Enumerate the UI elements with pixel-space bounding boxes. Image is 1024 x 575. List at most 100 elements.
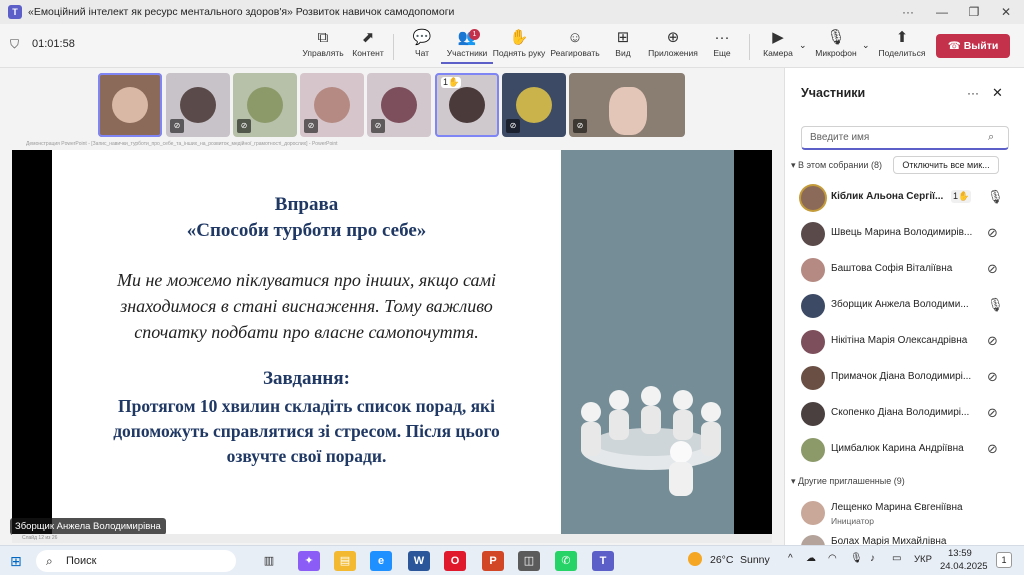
- slide-task-line: допоможуть справлятися зі стресом. Після…: [113, 421, 500, 441]
- avatar: [180, 87, 216, 123]
- file-explorer-icon[interactable]: ▤: [334, 551, 356, 571]
- people-icon: 👥: [457, 29, 477, 46]
- app-icon[interactable]: ◫: [518, 551, 540, 571]
- windows-start-icon[interactable]: ⊞: [10, 553, 22, 570]
- raise-hand-icon: ✋: [509, 29, 529, 46]
- task-view-icon[interactable]: ▥: [258, 551, 280, 571]
- video-tile[interactable]: ⊘: [569, 73, 685, 137]
- group-header-invited[interactable]: ▾ Другие приглашенные (9): [791, 476, 905, 487]
- search-input[interactable]: Введите имя ⌕: [801, 126, 1009, 150]
- mic-off-icon: ⊘: [371, 119, 385, 133]
- microphone-button[interactable]: 🎙 Микрофон: [810, 28, 862, 64]
- participants-button[interactable]: 👥 Участники 1: [441, 28, 493, 64]
- teams-icon: T: [8, 5, 22, 19]
- participant-row[interactable]: Швець Марина Володимирів... ⊘: [801, 221, 1011, 247]
- avatar: [112, 87, 148, 123]
- mic-on-icon: 🎙: [987, 189, 1004, 204]
- video-tile[interactable]: 1✋: [435, 73, 499, 137]
- wifi-icon[interactable]: ◠: [828, 553, 837, 564]
- react-icon: ☺: [567, 29, 583, 46]
- opera-icon[interactable]: O: [444, 551, 466, 571]
- participant-row[interactable]: Нікітіна Марія Олександрівна ⊘: [801, 329, 1011, 355]
- slide-task-line: Протягом 10 хвилин складіть список порад…: [117, 396, 496, 416]
- panel-title: Участники: [801, 86, 866, 100]
- copilot-icon[interactable]: ✦: [298, 551, 320, 571]
- participant-row[interactable]: Лещенко Марина Євгеніївна Инициатор: [801, 500, 1011, 532]
- avatar: [801, 501, 825, 525]
- mic-off-icon: ⊘: [237, 119, 251, 133]
- more-icon: ···: [714, 29, 730, 46]
- share-icon: ⬆: [895, 29, 909, 46]
- close-icon[interactable]: ✕: [992, 85, 1003, 101]
- video-tile[interactable]: ⊘: [166, 73, 230, 137]
- participants-panel: Участники ··· ✕ Введите имя ⌕ ▾ В этом с…: [784, 68, 1024, 545]
- mic-off-icon: ⊘: [170, 119, 184, 133]
- battery-icon[interactable]: ▭: [892, 553, 901, 564]
- chevron-up-icon[interactable]: ^: [788, 553, 793, 564]
- more-options-icon[interactable]: ···: [892, 0, 924, 24]
- participant-row[interactable]: Кіблик Альона Сергії... 1✋ 🎙: [801, 185, 1011, 211]
- video-tile[interactable]: ⊘: [233, 73, 297, 137]
- video-tile[interactable]: [98, 73, 162, 137]
- notification-icon[interactable]: 1: [996, 552, 1012, 568]
- search-icon: ⌕: [988, 131, 995, 143]
- teams-icon[interactable]: T: [592, 551, 614, 571]
- speaker-icon[interactable]: ♪: [870, 553, 875, 564]
- share-content-icon: ⬈: [361, 29, 375, 46]
- react-button[interactable]: ☺ Реагировать: [549, 28, 601, 64]
- taskbar-search[interactable]: ⌕ Поиск: [36, 550, 236, 572]
- raised-hand-badge: 1✋: [441, 77, 462, 88]
- participant-row[interactable]: Цимбалюк Карина Андріївна ⊘: [801, 437, 1011, 463]
- participant-row[interactable]: Зборщик Анжела Володими... 🎙: [801, 293, 1011, 319]
- language-indicator[interactable]: УКР: [914, 554, 932, 565]
- slide-title-line: Вправа: [274, 194, 339, 215]
- video-tile[interactable]: ⊘: [367, 73, 431, 137]
- avatar: [449, 87, 485, 123]
- network-icon[interactable]: ☁: [806, 553, 816, 564]
- participant-row[interactable]: Болах Марія Михайлівна: [801, 534, 1011, 545]
- camera-icon: ▶: [772, 29, 784, 46]
- powerpoint-icon[interactable]: P: [482, 551, 504, 571]
- more-options-icon[interactable]: ···: [967, 86, 979, 100]
- avatar: [801, 186, 825, 210]
- share-button[interactable]: ⬆ Поделиться: [876, 28, 928, 64]
- presentation-app-bar: Демонстрация PowerPoint - [Запис_навички…: [12, 138, 772, 150]
- minimize-button[interactable]: —: [926, 0, 958, 24]
- avatar: [314, 87, 350, 123]
- maximize-button[interactable]: ❐: [958, 0, 990, 24]
- word-icon[interactable]: W: [408, 551, 430, 571]
- clock-date: 24.04.2025: [940, 561, 988, 572]
- slide-footer: Слайд 12 из 26: [12, 534, 772, 543]
- leave-button[interactable]: ☎ Выйти: [936, 34, 1010, 58]
- group-header-in-meeting[interactable]: ▾ В этом собрании (8): [791, 160, 882, 171]
- mic-off-icon: ⊘: [987, 369, 998, 384]
- sun-icon: [688, 552, 702, 566]
- edge-icon[interactable]: e: [370, 551, 392, 571]
- mic-off-icon: ⊘: [506, 119, 520, 133]
- raise-hand-button[interactable]: ✋ Поднять руку: [493, 28, 546, 64]
- video-tile[interactable]: ⊘: [300, 73, 364, 137]
- meeting-timer: 01:01:58: [32, 38, 75, 50]
- mute-all-button[interactable]: Отключить все мик...: [893, 156, 999, 174]
- avatar: [801, 438, 825, 462]
- video-tile[interactable]: ⊘: [502, 73, 566, 137]
- avatar: [801, 294, 825, 318]
- close-window-button[interactable]: ✕: [990, 0, 1022, 24]
- participant-row[interactable]: Баштова Софія Віталіївна ⊘: [801, 257, 1011, 283]
- shared-screen: Демонстрация PowerPoint - [Запис_навички…: [12, 138, 772, 534]
- avatar: [609, 87, 647, 135]
- avatar: [801, 366, 825, 390]
- apps-button[interactable]: ⊕ Приложения: [647, 28, 699, 64]
- share-content-button[interactable]: ⬈ Контент: [342, 28, 394, 64]
- mic-icon[interactable]: 🎙: [850, 553, 863, 564]
- participant-row[interactable]: Примачок Діана Володимирі... ⊘: [801, 365, 1011, 391]
- more-button[interactable]: ··· Еще: [696, 28, 748, 64]
- whatsapp-icon[interactable]: ✆: [555, 551, 577, 571]
- slide-side-panel: [561, 150, 734, 534]
- camera-button[interactable]: ▶ Камера: [752, 28, 804, 64]
- mic-off-icon: ⊘: [987, 405, 998, 420]
- view-button[interactable]: ⊞ Вид: [597, 28, 649, 64]
- mic-off-icon: ⊘: [987, 261, 998, 276]
- participant-row[interactable]: Скопенко Діана Володимирі... ⊘: [801, 401, 1011, 427]
- shield-icon: ⛉: [10, 37, 20, 51]
